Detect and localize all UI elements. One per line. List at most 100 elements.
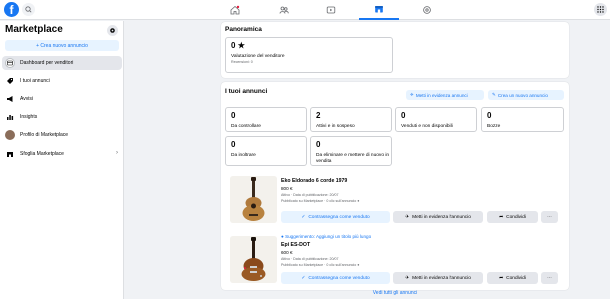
seller-rating-box[interactable]: 0 ★ Valutazione del venditore Recensioni… [225, 37, 393, 73]
stat-label: Bozze [487, 124, 501, 129]
tab-watch[interactable] [311, 0, 351, 20]
search-button[interactable] [22, 3, 35, 16]
sidebar-item-your-listings[interactable]: I tuoi annunci [2, 74, 122, 88]
stat-value: 2 [316, 111, 321, 120]
create-listing-button[interactable]: + Crea nuovo annuncio [5, 40, 119, 51]
guitar-photo [230, 176, 277, 223]
stat-value: 0 [231, 111, 236, 120]
listings-title: I tuoi annunci [225, 88, 268, 95]
create-new-listing-button[interactable]: ✎ Crea un nuovo annuncio [488, 90, 564, 100]
stat-label: Da inoltrare [231, 153, 256, 158]
grid-menu-icon [597, 6, 604, 13]
gear-icon [110, 28, 115, 33]
suggestion-banner[interactable]: ● Suggerimento: Aggiungi un titolo più l… [281, 234, 371, 239]
promote-listing-button[interactable]: ✈ Metti in evidenza l'annuncio [393, 211, 483, 223]
more-options-button[interactable]: ··· [541, 272, 558, 284]
stat-label: Da eliminare e mettere di nuovo in vendi… [316, 153, 390, 164]
stat-label: Venduti e non disponibili [401, 124, 453, 129]
stat-sold-unavailable[interactable]: 0 Venduti e non disponibili [395, 107, 477, 132]
listing-image-epi-guitar[interactable] [230, 236, 277, 283]
guitar-photo [230, 236, 277, 283]
sidebar-item-label: Dashboard per venditori [20, 60, 74, 66]
promote-listing-label: Metti in evidenza l'annuncio [412, 275, 471, 281]
tab-marketplace[interactable] [359, 0, 399, 20]
listing-title[interactable]: Eko Eldorado 6 corde 1979 [281, 178, 347, 184]
search-icon [25, 6, 32, 13]
megaphone-icon: ✈ [405, 275, 410, 281]
share-label: Condividi [506, 275, 526, 281]
sidebar-item-label: Profilo di Marketplace [20, 132, 69, 138]
share-button[interactable]: ➦ Condividi [487, 272, 538, 284]
mark-sold-button[interactable]: ✓ Contrassegna come venduto [281, 211, 390, 223]
promote-listing-button[interactable]: ✈ Metti in evidenza l'annuncio [393, 272, 483, 284]
star-icon: ★ [237, 41, 245, 50]
promote-listing-label: Metti in evidenza l'annuncio [412, 214, 471, 220]
listing-clicks: Pubblicato su Marketplace · 0 clic sull'… [281, 199, 360, 203]
stat-to-review[interactable]: 0 Da controllare [225, 107, 307, 132]
mark-sold-label: Contrassegna come venduto [308, 214, 370, 220]
sidebar-item-alerts[interactable]: Avvisi [2, 92, 122, 106]
gaming-icon [423, 6, 431, 14]
listing-image-eko-guitar[interactable] [230, 176, 277, 223]
edit-icon: ✎ [492, 92, 496, 97]
megaphone-icon [5, 94, 15, 104]
sidebar-item-browse-marketplace[interactable]: Sfoglia Marketplace › [2, 147, 122, 161]
promote-listings-label: Metti in evidenza annunci [415, 92, 468, 98]
check-icon: ✓ [301, 275, 306, 281]
avatar-icon [5, 130, 15, 140]
groups-icon [279, 6, 289, 14]
stat-label: Da controllare [231, 124, 261, 129]
stat-delete-relist[interactable]: 0 Da eliminare e mettere di nuovo in ven… [310, 136, 392, 166]
overview-card: Panoramica 0 ★ Valutazione del venditore… [221, 22, 569, 78]
sidebar-title: Marketplace [5, 24, 63, 35]
stat-drafts[interactable]: 0 Bozze [481, 107, 564, 132]
stat-value: 0 [231, 140, 236, 149]
mark-sold-button[interactable]: ✓ Contrassegna come venduto [281, 272, 390, 284]
sidebar-item-seller-dashboard[interactable]: Dashboard per venditori [2, 56, 122, 70]
top-navigation-bar: f [0, 0, 610, 20]
more-options-button[interactable]: ··· [541, 211, 558, 223]
listing-status: Attivo · Data di pubblicazione: 20/07 [281, 257, 339, 261]
share-icon: ➦ [499, 214, 504, 220]
stat-value: 0 [487, 111, 492, 120]
marketplace-sidebar: Marketplace + Crea nuovo annuncio Dashbo… [0, 21, 124, 299]
watch-icon [326, 6, 336, 14]
sidebar-item-insights[interactable]: Insights [2, 110, 122, 124]
tab-groups[interactable] [264, 0, 304, 20]
share-icon: ➦ [499, 275, 504, 281]
tab-gaming[interactable] [407, 0, 447, 20]
listing-title[interactable]: Epi ES-DOT [281, 242, 310, 248]
megaphone-icon: ✈ [410, 92, 414, 97]
tag-icon [5, 76, 15, 86]
rating-value: 0 ★ [231, 41, 245, 50]
sidebar-item-label: Avvisi [20, 96, 33, 102]
chart-icon [5, 112, 15, 122]
listing-clicks: Pubblicato su Marketplace · 0 clic sull'… [281, 263, 360, 267]
marketplace-icon [375, 6, 383, 13]
shop-icon [5, 149, 15, 159]
home-icon [230, 5, 240, 15]
menu-button[interactable] [594, 3, 607, 16]
promote-listings-button[interactable]: ✈ Metti in evidenza annunci [406, 90, 484, 100]
sidebar-item-label: Sfoglia Marketplace [20, 151, 64, 157]
stat-to-renew[interactable]: 0 Da inoltrare [225, 136, 307, 166]
chevron-right-icon: › [116, 150, 118, 156]
sidebar-item-label: Insights [20, 114, 38, 120]
tab-home[interactable] [215, 0, 255, 20]
share-button[interactable]: ➦ Condividi [487, 211, 538, 223]
settings-button[interactable] [107, 25, 118, 36]
share-label: Condividi [506, 214, 526, 220]
sidebar-item-label: I tuoi annunci [20, 78, 50, 84]
stat-label: Attivi e in sospeso [316, 124, 355, 129]
info-icon: ● [357, 199, 360, 203]
megaphone-icon: ✈ [405, 214, 410, 220]
reviews-count: Recensioni: 0 [231, 60, 253, 64]
stat-value: 0 [316, 140, 321, 149]
stat-active-pending[interactable]: 2 Attivi e in sospeso [310, 107, 392, 132]
facebook-logo[interactable]: f [4, 2, 19, 17]
dashboard-icon [5, 58, 15, 68]
sidebar-item-marketplace-profile[interactable]: Profilo di Marketplace [2, 128, 122, 142]
suggestion-text: Suggerimento: Aggiungi un titolo più lun… [285, 234, 372, 239]
see-all-listings-link[interactable]: Vedi tutti gli annunci [221, 290, 569, 296]
create-new-listing-label: Crea un nuovo annuncio [497, 92, 548, 98]
